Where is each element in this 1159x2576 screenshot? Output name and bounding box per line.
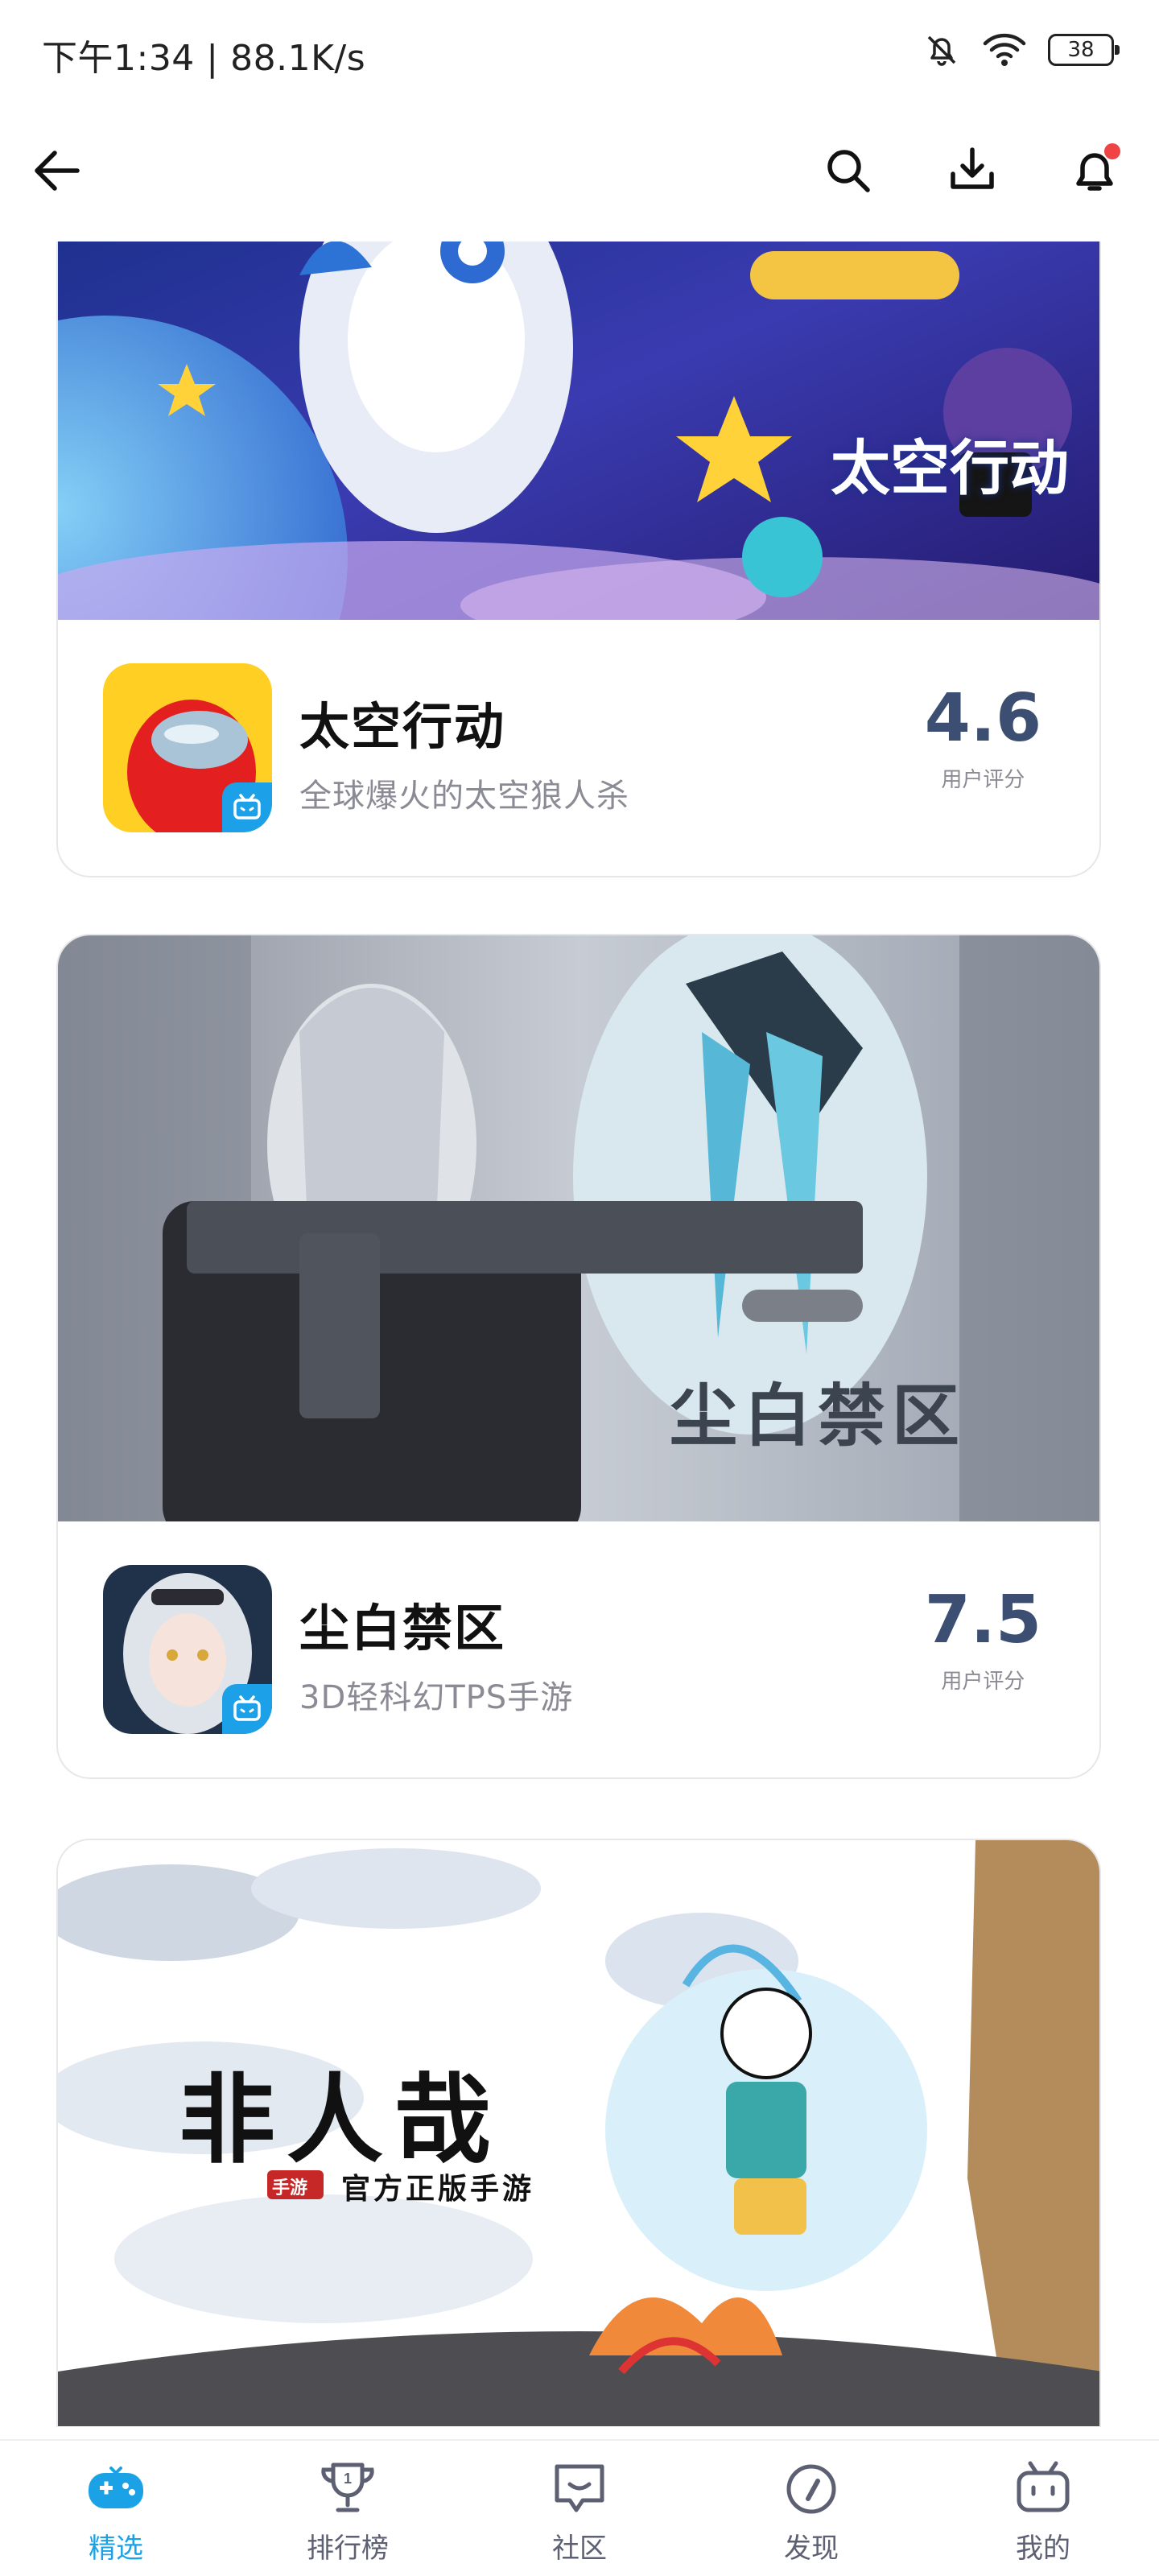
svg-text:1: 1 <box>344 2471 352 2487</box>
chat-icon <box>547 2457 612 2521</box>
status-time-speed: 下午1:34 | 88.1K/s <box>42 38 366 79</box>
back-arrow-icon <box>35 151 80 191</box>
tab-label: 发现 <box>784 2533 839 2565</box>
rating-block: 4.6 用户评分 <box>925 686 1041 793</box>
app-name: 尘白禁区 <box>299 1599 506 1657</box>
app-icon[interactable] <box>103 1565 272 1734</box>
game-banner[interactable]: 太空行动 <box>58 242 1099 620</box>
tab-label: 我的 <box>1016 2533 1070 2565</box>
game-feed[interactable]: 太空行动 太空行动 全球爆火的太空狼人杀 4.6 用户评分 尘白禁区 尘白禁区 … <box>0 242 1159 2427</box>
bilibili-icon <box>233 794 261 819</box>
rating-value: 7.5 <box>924 1582 1041 1658</box>
tab-label: 排行榜 <box>307 2533 389 2565</box>
game-card[interactable]: 非人哉 手游 官方正版手游 <box>56 1839 1101 2427</box>
game-card[interactable]: 尘白禁区 尘白禁区 3D轻科幻TPS手游 7.5 用户评分 <box>56 934 1101 1779</box>
battery-indicator: 38 <box>1048 34 1120 66</box>
bilibili-badge <box>222 782 272 832</box>
back-button[interactable] <box>23 137 90 204</box>
rating-label: 用户评分 <box>941 1670 1025 1694</box>
banner-slogan: 官方正版手游 <box>341 2173 535 2206</box>
rating-block: 7.5 用户评分 <box>925 1587 1041 1695</box>
mute-bell-icon <box>927 35 956 66</box>
status-icons: 38 <box>922 31 1120 69</box>
banner-title: 非人哉 <box>179 2063 502 2177</box>
banner-title: 太空行动 <box>831 434 1069 503</box>
tab-label: 社区 <box>552 2533 607 2565</box>
banner-tag: 手游 <box>272 2178 308 2198</box>
search-icon <box>827 150 870 192</box>
notification-dot <box>1104 143 1120 159</box>
download-icon <box>951 147 994 189</box>
bilibili-icon <box>233 1695 261 1721</box>
tv-face-icon <box>1011 2457 1075 2521</box>
banner-title: 尘白禁区 <box>670 1377 967 1455</box>
gamepad-icon <box>84 2457 148 2521</box>
tab-featured[interactable]: 精选 <box>0 2441 232 2576</box>
tab-profile[interactable]: 我的 <box>927 2441 1159 2576</box>
rating-value: 4.6 <box>924 680 1041 757</box>
game-card[interactable]: 太空行动 太空行动 全球爆火的太空狼人杀 4.6 用户评分 <box>56 242 1101 877</box>
tab-label: 精选 <box>89 2533 143 2565</box>
compass-icon <box>779 2457 843 2521</box>
battery-level: 38 <box>1067 38 1095 62</box>
game-info[interactable]: 太空行动 全球爆火的太空狼人杀 4.6 用户评分 <box>58 620 1099 876</box>
tab-ranking[interactable]: 1 排行榜 <box>232 2441 464 2576</box>
game-banner[interactable]: 非人哉 手游 官方正版手游 <box>58 1840 1099 2426</box>
game-info[interactable]: 尘白禁区 3D轻科幻TPS手游 7.5 用户评分 <box>58 1521 1099 1777</box>
app-subtitle: 3D轻科幻TPS手游 <box>299 1679 574 1716</box>
rating-label: 用户评分 <box>941 768 1025 792</box>
trophy-icon: 1 <box>316 2457 380 2521</box>
game-banner[interactable]: 尘白禁区 <box>58 935 1099 1521</box>
status-bar: 下午1:34 | 88.1K/s 38 <box>0 0 1159 105</box>
bottom-tab-bar: 精选 1 排行榜 社区 发现 我的 <box>0 2439 1159 2576</box>
wifi-icon <box>983 33 1026 66</box>
bilibili-badge <box>222 1684 272 1734</box>
search-button[interactable] <box>815 137 882 204</box>
tab-community[interactable]: 社区 <box>464 2441 695 2576</box>
app-name: 太空行动 <box>299 697 506 756</box>
app-icon[interactable] <box>103 663 272 832</box>
tab-discover[interactable]: 发现 <box>695 2441 927 2576</box>
download-button[interactable] <box>938 137 1006 204</box>
top-navigation <box>0 121 1159 221</box>
notification-button[interactable] <box>1061 137 1128 204</box>
app-subtitle: 全球爆火的太空狼人杀 <box>299 778 629 815</box>
